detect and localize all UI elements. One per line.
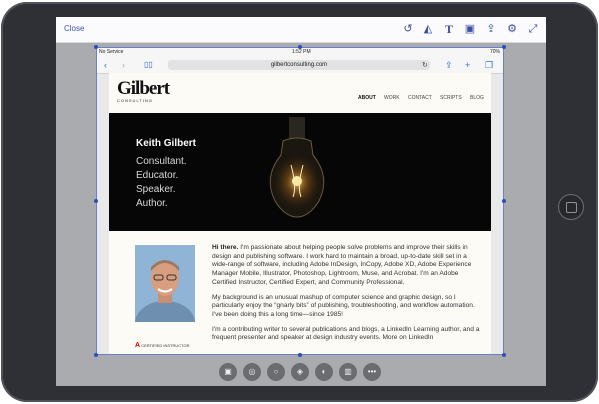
undo-icon[interactable]: ↺ bbox=[401, 22, 415, 36]
trash-icon[interactable]: ▥ bbox=[339, 363, 357, 381]
resize-handle-tr[interactable] bbox=[502, 45, 506, 49]
camera-icon[interactable]: ◎ bbox=[243, 363, 261, 381]
visibility-icon[interactable]: ◐ bbox=[315, 363, 333, 381]
circle-icon[interactable]: ○ bbox=[267, 363, 285, 381]
bottom-toolbar: ▣ ◎ ○ ◈ ◐ ▥ ••• bbox=[214, 361, 388, 385]
share-icon[interactable]: ⇪ bbox=[484, 22, 498, 36]
resize-handle-br[interactable] bbox=[502, 353, 506, 357]
resize-handle-r[interactable] bbox=[502, 199, 506, 203]
layers-icon[interactable]: ◈ bbox=[291, 363, 309, 381]
resize-handle-tl[interactable] bbox=[94, 45, 98, 49]
top-toolbar: Close ↺ ◭ T ▣ ⇪ ⚙ ⤢ bbox=[56, 17, 546, 43]
resize-handle-bl[interactable] bbox=[94, 353, 98, 357]
image-icon[interactable]: ▣ bbox=[219, 363, 237, 381]
more-icon[interactable]: ••• bbox=[363, 363, 381, 381]
resize-handle-b[interactable] bbox=[298, 353, 302, 357]
text-icon[interactable]: T bbox=[442, 22, 456, 36]
close-button[interactable]: Close bbox=[64, 24, 84, 33]
app-screen: Close ↺ ◭ T ▣ ⇪ ⚙ ⤢ No Service 1:52 PM 7… bbox=[56, 17, 546, 386]
fullscreen-icon[interactable]: ⤢ bbox=[526, 22, 540, 36]
home-square-icon bbox=[566, 202, 577, 213]
home-button[interactable] bbox=[558, 194, 584, 220]
selection-outline bbox=[96, 47, 504, 355]
shape-icon[interactable]: ◭ bbox=[421, 22, 435, 36]
resize-handle-l[interactable] bbox=[94, 199, 98, 203]
resize-handle-t[interactable] bbox=[298, 45, 302, 49]
settings-icon[interactable]: ⚙ bbox=[505, 22, 519, 36]
image-icon[interactable]: ▣ bbox=[463, 22, 477, 36]
